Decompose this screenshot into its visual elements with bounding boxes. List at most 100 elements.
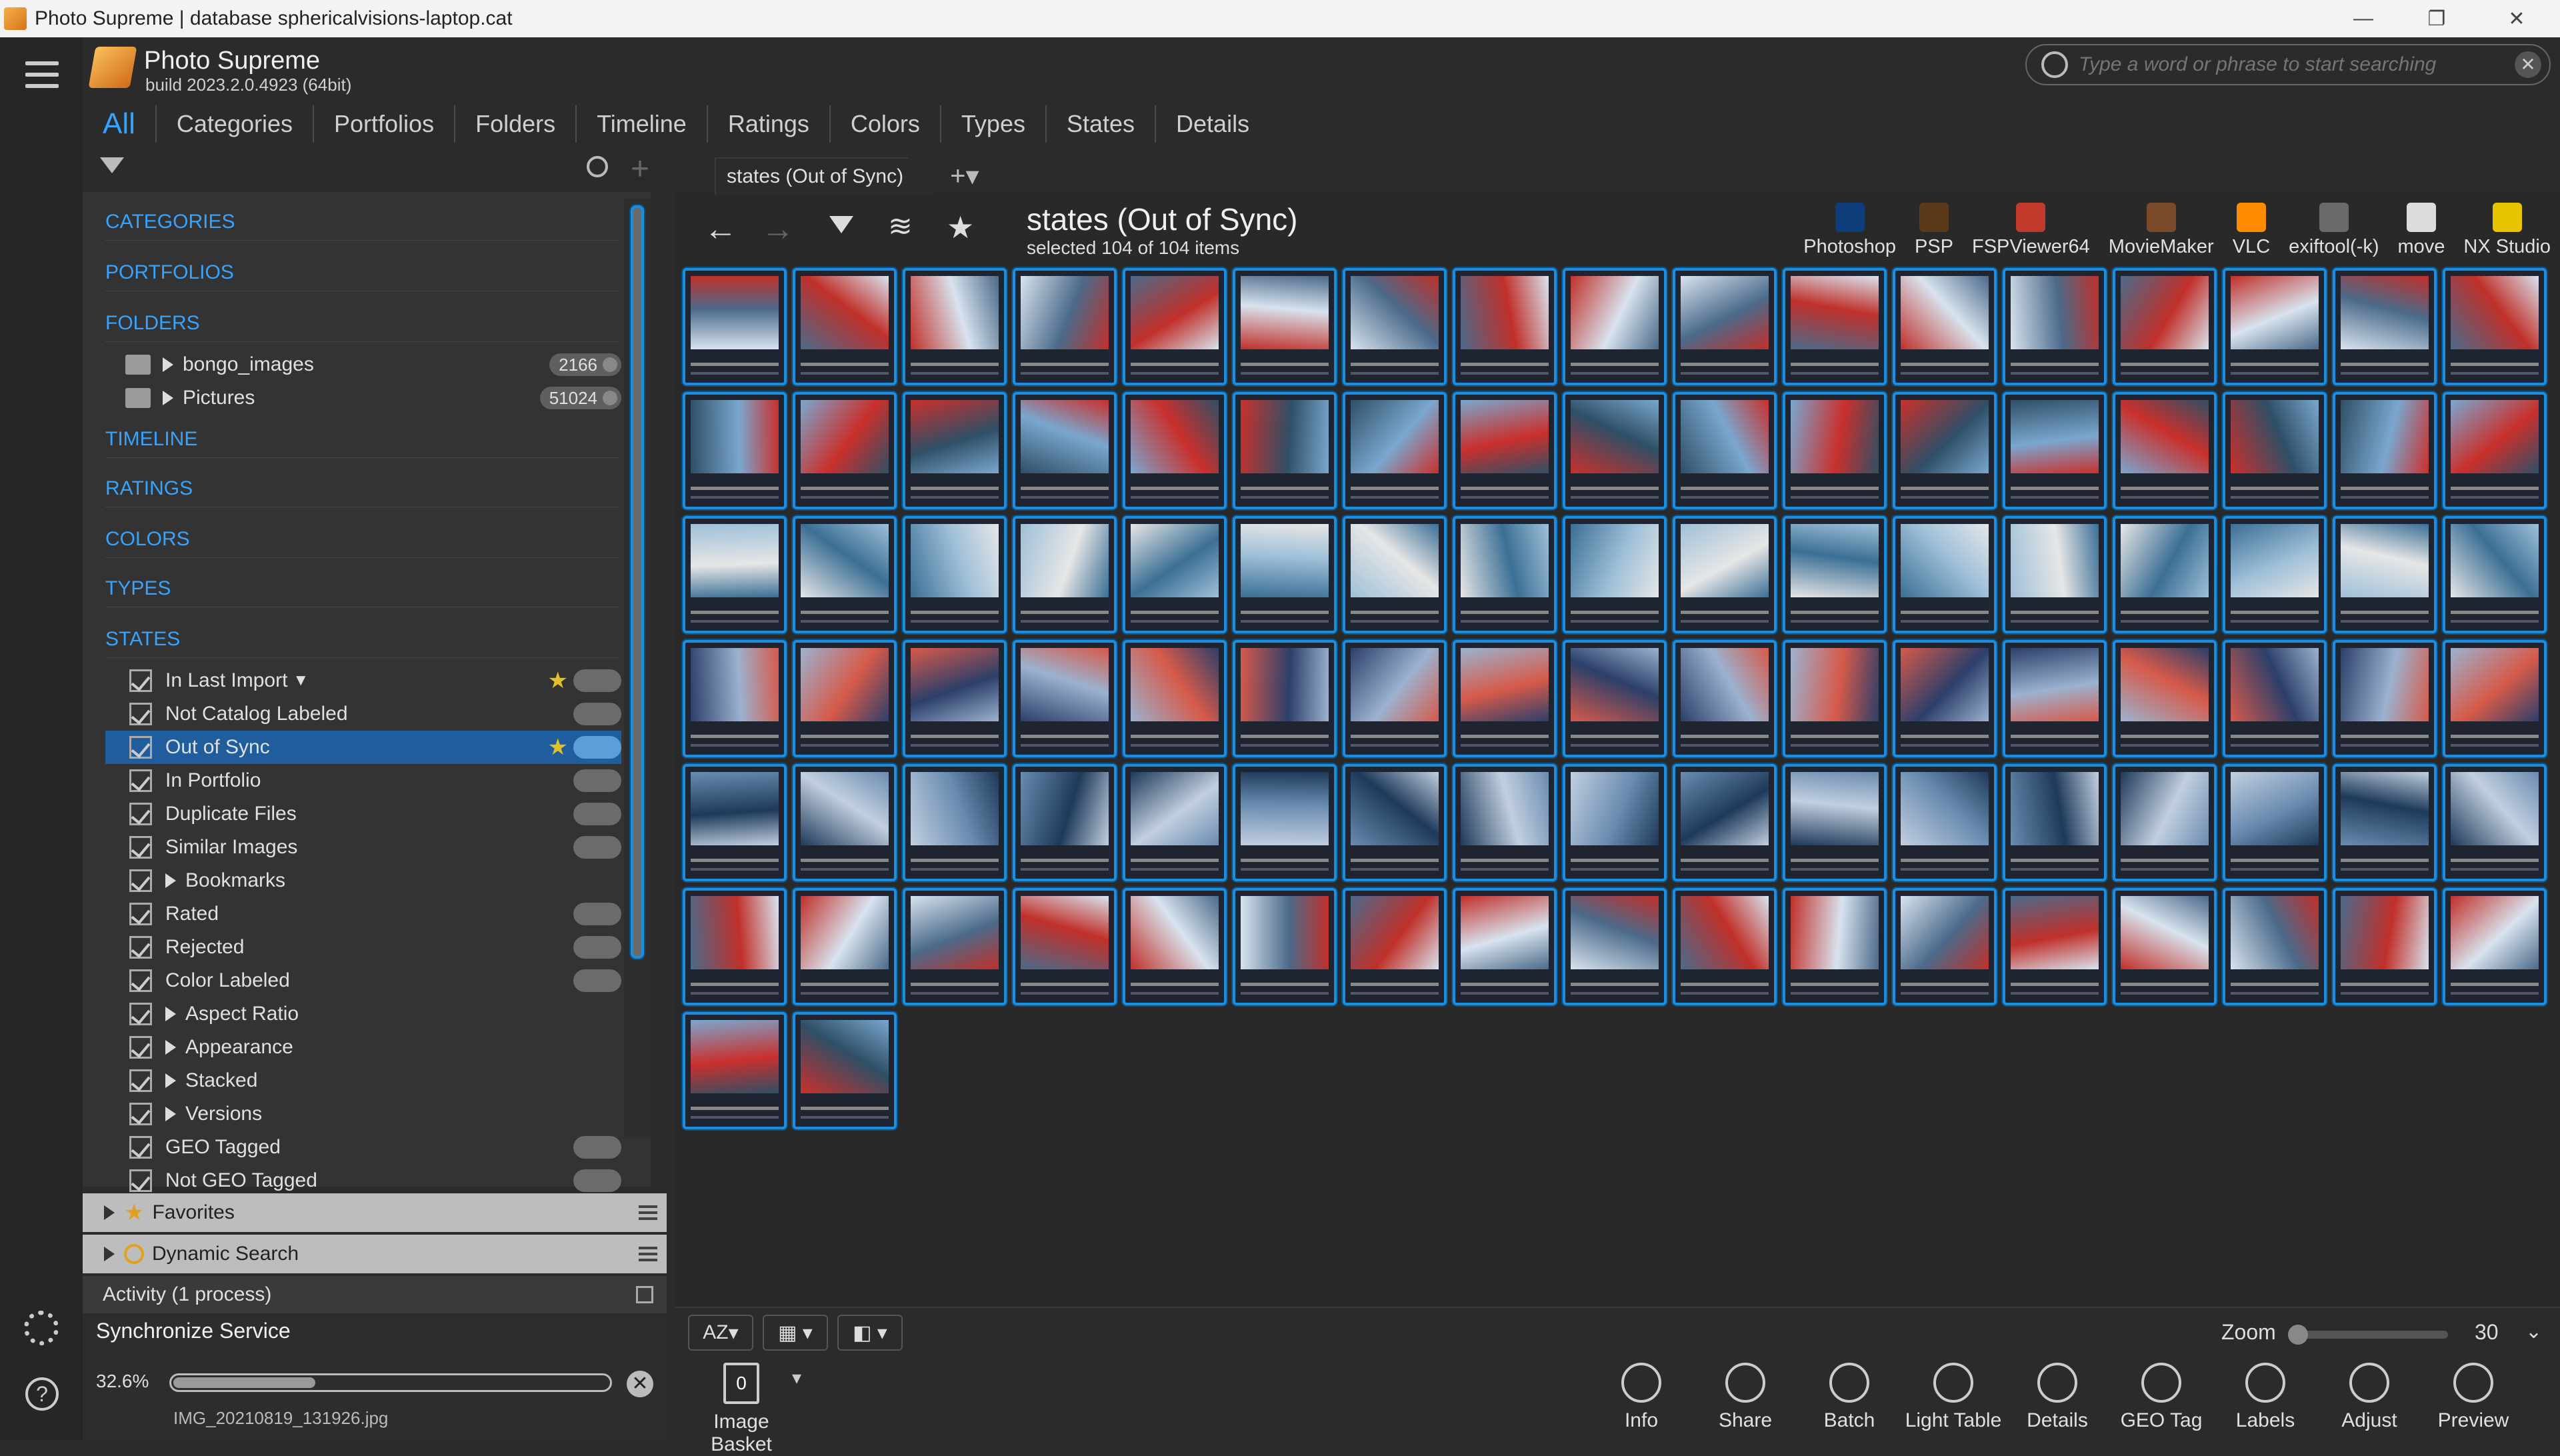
thumbnail-tile[interactable]: [1013, 392, 1117, 509]
state-toggle[interactable]: [573, 769, 621, 792]
thumbnail-tile[interactable]: [2333, 268, 2437, 385]
thumbnail-tile[interactable]: [1453, 640, 1557, 757]
preview-button[interactable]: Preview: [2421, 1363, 2525, 1432]
search-input[interactable]: [2079, 53, 2515, 76]
thumbnail-tile[interactable]: [2443, 764, 2547, 881]
sort-button[interactable]: AZ ▾: [688, 1315, 753, 1351]
thumbnail-tile[interactable]: [903, 888, 1007, 1005]
favorites-panel[interactable]: ★ Favorites: [83, 1193, 667, 1232]
scrollbar-thumb[interactable]: [631, 205, 644, 959]
hamburger-menu-icon[interactable]: [25, 61, 59, 88]
checkbox-icon[interactable]: [129, 1069, 152, 1092]
section-categories[interactable]: CATEGORIES: [105, 211, 235, 233]
checkbox-icon[interactable]: [129, 903, 152, 925]
thumbnail-tile[interactable]: [793, 764, 897, 881]
section-types[interactable]: TYPES: [105, 577, 171, 600]
state-item[interactable]: Duplicate Files: [105, 797, 621, 831]
state-item[interactable]: Rated: [105, 897, 621, 931]
nav-all[interactable]: All: [103, 105, 157, 143]
view-mode-button[interactable]: ◧ ▾: [837, 1315, 903, 1351]
filter-icon[interactable]: [100, 157, 124, 173]
panel-menu-icon[interactable]: [639, 1243, 657, 1265]
image-basket[interactable]: 0 Image Basket: [695, 1363, 788, 1456]
thumbnail-tile[interactable]: [1783, 888, 1887, 1005]
thumbnail-tile[interactable]: [793, 640, 897, 757]
thumbnail-tile[interactable]: [1453, 392, 1557, 509]
thumbnail-tile[interactable]: [683, 764, 787, 881]
state-item[interactable]: Bookmarks: [105, 864, 621, 897]
nav-details[interactable]: Details: [1156, 105, 1269, 143]
thumbnail-tile[interactable]: [2223, 764, 2327, 881]
state-item[interactable]: Color Labeled: [105, 964, 621, 997]
thumbnail-tile[interactable]: [903, 764, 1007, 881]
settings-gear-icon[interactable]: [24, 1311, 59, 1345]
minimize-button[interactable]: —: [2327, 0, 2400, 37]
thumbnail-tile[interactable]: [2003, 640, 2107, 757]
thumbnail-tile[interactable]: [2003, 516, 2107, 633]
chevron-down-icon[interactable]: ⌄: [2525, 1320, 2542, 1343]
thumbnail-tile[interactable]: [2223, 268, 2327, 385]
section-states[interactable]: STATES: [105, 628, 180, 651]
state-toggle[interactable]: [573, 836, 621, 859]
app-launcher[interactable]: FSPViewer64: [1972, 203, 2090, 258]
thumbnail-tile[interactable]: [1893, 392, 1997, 509]
zoom-slider-knob[interactable]: [2288, 1325, 2308, 1345]
share-button[interactable]: Share: [1693, 1363, 1797, 1432]
thumbnail-tile[interactable]: [903, 268, 1007, 385]
checkbox-icon[interactable]: [129, 1003, 152, 1025]
checkbox-icon[interactable]: [129, 869, 152, 892]
expand-icon[interactable]: [165, 873, 176, 888]
state-toggle[interactable]: [573, 1169, 621, 1192]
thumbnail-tile[interactable]: [1673, 764, 1777, 881]
thumbnail-tile[interactable]: [2333, 888, 2437, 1005]
add-tab-icon[interactable]: +▾: [950, 161, 979, 191]
state-item[interactable]: Versions: [105, 1097, 621, 1131]
thumbnail-tile[interactable]: [1123, 268, 1227, 385]
nav-colors[interactable]: Colors: [831, 105, 941, 143]
thumbnail-tile[interactable]: [1563, 888, 1667, 1005]
state-item[interactable]: Aspect Ratio: [105, 997, 621, 1031]
thumbnail-tile[interactable]: [903, 516, 1007, 633]
geo-tag-button[interactable]: GEO Tag: [2109, 1363, 2213, 1432]
section-ratings[interactable]: RATINGS: [105, 477, 193, 500]
thumbnail-tile[interactable]: [1783, 392, 1887, 509]
expand-icon[interactable]: [104, 1247, 115, 1261]
thumbnail-tile[interactable]: [793, 268, 897, 385]
thumbnail-tile[interactable]: [1013, 888, 1117, 1005]
thumbnail-tile[interactable]: [2113, 392, 2217, 509]
labels-button[interactable]: Labels: [2213, 1363, 2317, 1432]
thumbnail-tile[interactable]: [1233, 268, 1337, 385]
thumbnail-tile[interactable]: [1783, 640, 1887, 757]
star-icon[interactable]: ★: [947, 209, 974, 245]
maximize-button[interactable]: ❐: [2400, 0, 2473, 37]
thumbnail-tile[interactable]: [1343, 516, 1447, 633]
thumbnail-tile[interactable]: [683, 392, 787, 509]
state-item[interactable]: In Last Import ▼ ★: [105, 664, 621, 697]
thumbnail-tile[interactable]: [2003, 764, 2107, 881]
checkbox-icon[interactable]: [129, 769, 152, 792]
thumbnail-tile[interactable]: [2223, 640, 2327, 757]
thumbnail-tile[interactable]: [793, 392, 897, 509]
thumbnail-tile[interactable]: [2333, 640, 2437, 757]
adjust-button[interactable]: Adjust: [2317, 1363, 2421, 1432]
checkbox-icon[interactable]: [129, 969, 152, 992]
forward-arrow-icon[interactable]: →: [761, 209, 795, 248]
folder-item[interactable]: Pictures 51024: [105, 381, 621, 415]
thumbnail-tile[interactable]: [1123, 640, 1227, 757]
expand-icon[interactable]: [165, 1040, 176, 1055]
close-button[interactable]: ✕: [2480, 0, 2553, 37]
thumbnail-tile[interactable]: [1673, 392, 1777, 509]
help-icon[interactable]: ?: [25, 1377, 59, 1411]
thumbnail-tile[interactable]: [1343, 268, 1447, 385]
checkbox-icon[interactable]: [129, 1103, 152, 1125]
thumbnail-tile[interactable]: [1673, 888, 1777, 1005]
thumbnail-tile[interactable]: [2223, 392, 2327, 509]
thumbnail-tile[interactable]: [1233, 516, 1337, 633]
thumbnail-tile[interactable]: [1343, 888, 1447, 1005]
state-toggle[interactable]: [573, 736, 621, 759]
app-launcher[interactable]: PSP: [1915, 203, 1953, 258]
state-item[interactable]: Rejected: [105, 931, 621, 964]
checkbox-icon[interactable]: [129, 1136, 152, 1159]
checkbox-icon[interactable]: [129, 736, 152, 759]
thumbnail-tile[interactable]: [1123, 764, 1227, 881]
